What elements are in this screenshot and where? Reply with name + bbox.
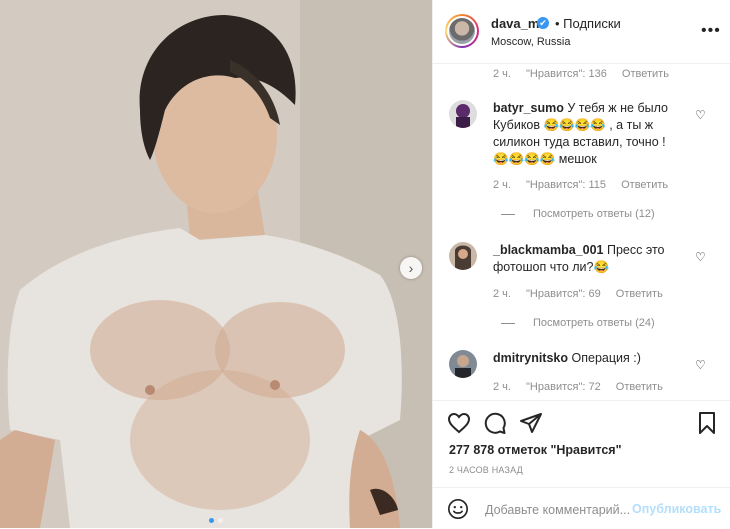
comment-text: batyr_sumo У тебя ж не было Кубиков 😂😂😂😂… [493,100,698,168]
heart-icon: ♡ [695,108,706,122]
replies-divider [501,322,515,324]
comment-body-line: 😂😂😂😂 мешок [493,152,597,166]
likes-count[interactable]: 277 878 отметок "Нравится" [449,443,622,457]
comment-body-line: Пресс это [606,243,665,257]
paper-plane-icon[interactable] [519,411,543,435]
avatar-image [449,18,475,44]
heart-icon[interactable] [447,411,471,435]
commenter-username[interactable]: batyr_sumo [493,101,564,115]
post-header: dava_m ✔ • Подписки Moscow, Russia ••• [433,0,730,64]
add-comment-bar: Опубликовать [433,487,730,529]
view-replies-label: Посмотреть ответы (12) [533,208,655,220]
reply-button[interactable]: Ответить [616,381,663,393]
instagram-post: › dava_m ✔ • Подписки Moscow, Russia •••… [0,0,730,528]
comment-input[interactable] [483,497,637,523]
carousel-indicator [209,518,223,523]
avatar-image [449,350,477,378]
comment-meta: 2 ч. "Нравится": 136 Ответить [493,68,681,80]
author-avatar[interactable] [445,14,479,48]
author-username[interactable]: dava_m [491,16,539,31]
comment-likes[interactable]: "Нравится": 72 [526,381,601,393]
comment-body-line: фотошоп что ли?😂 [493,260,610,274]
comment-likes[interactable]: "Нравится": 136 [526,68,607,80]
photo-illustration [0,0,432,528]
commenter-username[interactable]: _blackmamba_001 [493,243,604,257]
comment-body-line: Операция :) [571,351,641,365]
comment-icon[interactable] [483,411,507,435]
view-replies-label: Посмотреть ответы (24) [533,317,655,329]
comment-time: 2 ч. [493,68,511,80]
post-location[interactable]: Moscow, Russia [491,36,570,48]
comment-time: 2 ч. [493,288,511,300]
commenter-username[interactable]: dmitrynitsko [493,351,568,365]
post-actions: 277 878 отметок "Нравится" 2 ЧАСОВ НАЗАД… [433,400,730,528]
more-horizontal-icon: ••• [701,22,721,39]
comment-time: 2 ч. [493,381,511,393]
comment-like-button[interactable]: ♡ [695,358,706,372]
comment-likes[interactable]: "Нравится": 115 [526,179,606,191]
comment-meta: 2 ч. "Нравится": 69 Ответить [493,288,675,300]
post-photo[interactable]: › [0,0,432,528]
reply-button[interactable]: Ответить [616,288,663,300]
comment-like-button[interactable]: ♡ [695,108,706,122]
replies-divider [501,213,515,215]
smiley-icon[interactable] [447,498,469,520]
verified-badge-icon: ✔ [537,17,549,29]
commenter-avatar[interactable] [449,100,477,128]
comment-body-line: Кубиков 😂😂😂😂 , а ты ж [493,118,654,132]
commenter-avatar[interactable] [449,242,477,270]
comment-meta: 2 ч. "Нравится": 115 Ответить [493,179,680,191]
avatar-image [449,100,477,128]
commenter-avatar[interactable] [449,350,477,378]
post-timestamp: 2 ЧАСОВ НАЗАД [449,465,523,475]
comment-body-line: силикон туда вставил, точно ! [493,135,666,149]
heart-icon: ♡ [695,250,706,264]
comment-body-line: У тебя ж не было [567,101,668,115]
next-photo-button[interactable]: › [400,257,422,279]
more-options-button[interactable]: ••• [701,22,721,40]
following-status[interactable]: • Подписки [555,16,621,31]
heart-icon: ♡ [695,358,706,372]
bookmark-icon[interactable] [695,411,719,435]
chevron-right-icon: › [408,260,414,276]
view-replies-button[interactable]: Посмотреть ответы (24) [501,317,655,329]
carousel-dot [218,518,223,523]
carousel-dot [209,518,214,523]
comment-text: _blackmamba_001 Пресс это фотошоп что ли… [493,242,698,276]
comment-like-button[interactable]: ♡ [695,250,706,264]
avatar-image [449,242,477,270]
reply-button[interactable]: Ответить [621,179,668,191]
comment-meta: 2 ч. "Нравится": 72 Ответить [493,381,675,393]
comment-likes[interactable]: "Нравится": 69 [526,288,601,300]
post-details-panel: dava_m ✔ • Подписки Moscow, Russia ••• 2… [432,0,730,528]
comment-time: 2 ч. [493,179,511,191]
view-replies-button[interactable]: Посмотреть ответы (12) [501,208,655,220]
reply-button[interactable]: Ответить [622,68,669,80]
comment-text: dmitrynitsko Операция :) [493,350,698,367]
publish-button[interactable]: Опубликовать [632,502,721,516]
